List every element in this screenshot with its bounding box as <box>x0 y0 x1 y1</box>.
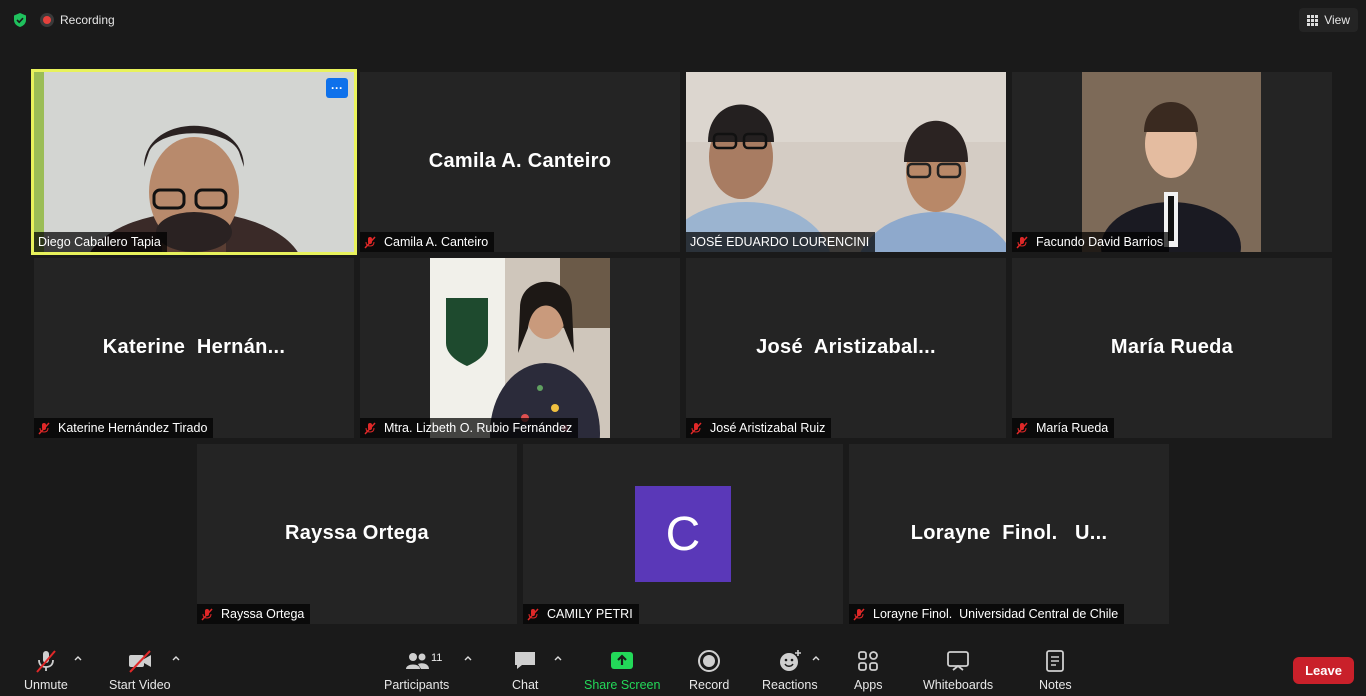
chat-bubble-icon <box>515 652 536 669</box>
emoji-reactions-icon <box>779 650 801 671</box>
participant-video-feed <box>686 72 1006 252</box>
notes-icon <box>1046 650 1065 672</box>
video-tile[interactable]: Camila A. Canteiro Camila A. Canteiro <box>360 72 680 252</box>
video-tile[interactable]: C CAMILY PETRI <box>523 444 843 624</box>
muted-mic-icon <box>1016 421 1028 435</box>
muted-mic-icon <box>364 235 376 249</box>
participant-display-name: Camila A. Canteiro <box>428 150 612 172</box>
participant-name-label: María Rueda <box>1012 418 1115 438</box>
apps-button[interactable]: Apps <box>854 648 883 692</box>
reactions-button[interactable]: Reactions <box>762 648 818 692</box>
video-options-caret-icon[interactable] <box>171 654 181 662</box>
record-button[interactable]: Record <box>689 648 729 692</box>
participant-display-name: Katerine Hernán... <box>102 336 286 358</box>
video-tile[interactable]: Facundo David Barrios <box>1012 72 1332 252</box>
recording-indicator[interactable]: Recording <box>40 9 115 31</box>
video-off-icon <box>128 650 151 673</box>
muted-mic-icon <box>690 421 702 435</box>
participant-name-label: Camila A. Canteiro <box>360 232 495 252</box>
participant-display-name: José Aristizabal... <box>756 336 936 358</box>
chat-options-caret-icon[interactable] <box>553 654 563 662</box>
muted-mic-icon <box>38 421 50 435</box>
participant-name-label: José Aristizabal Ruiz <box>686 418 832 438</box>
meeting-toolbar: Unmute Start Video Participants 11 Chat <box>0 636 1366 696</box>
apps-icon <box>858 651 879 671</box>
video-tile[interactable]: José Aristizabal... José Aristizabal Rui… <box>686 258 1006 438</box>
participant-name-label: Diego Caballero Tapia <box>34 232 167 252</box>
participants-icon <box>405 653 429 669</box>
unmute-button[interactable]: Unmute <box>24 648 68 692</box>
participant-name-label: Mtra. Lizbeth O. Rubio Fernández <box>360 418 579 438</box>
whiteboards-button[interactable]: Whiteboards <box>923 648 993 692</box>
participant-avatar: C <box>635 486 731 582</box>
video-tile[interactable]: Rayssa Ortega Rayssa Ortega <box>197 444 517 624</box>
participant-video-feed <box>34 72 354 252</box>
participant-name-label: Facundo David Barrios <box>1012 232 1170 252</box>
recording-dot-icon <box>40 13 54 27</box>
participant-video-feed <box>1012 72 1332 252</box>
muted-mic-icon <box>201 607 213 621</box>
security-shield-icon[interactable] <box>12 12 28 28</box>
muted-mic-icon <box>364 421 376 435</box>
participant-name-label: Lorayne Finol. Universidad Central de Ch… <box>849 604 1125 624</box>
leave-button[interactable]: Leave <box>1293 657 1354 684</box>
top-bar: Recording View <box>0 0 1366 40</box>
participant-name-label: Rayssa Ortega <box>197 604 311 624</box>
view-label: View <box>1324 13 1350 27</box>
whiteboard-icon <box>947 651 969 671</box>
participants-options-caret-icon[interactable] <box>463 654 473 662</box>
participant-name-label: Katerine Hernández Tirado <box>34 418 214 438</box>
video-tile-active-speaker[interactable]: ··· Diego Caballero Tapia <box>31 69 357 255</box>
record-icon <box>698 650 721 672</box>
grid-view-icon <box>1307 14 1319 26</box>
video-tile[interactable]: Mtra. Lizbeth O. Rubio Fernández <box>360 258 680 438</box>
video-tile[interactable]: Lorayne Finol. U... Lorayne Finol. Unive… <box>849 444 1169 624</box>
participants-count: 11 <box>431 652 443 664</box>
video-tile[interactable]: Katerine Hernán... Katerine Hernández Ti… <box>34 258 354 438</box>
reactions-options-caret-icon[interactable] <box>811 654 821 662</box>
share-screen-icon <box>611 652 634 669</box>
chat-button[interactable]: Chat <box>512 648 538 692</box>
audio-options-caret-icon[interactable] <box>73 654 83 662</box>
share-screen-button[interactable]: Share Screen <box>584 648 660 692</box>
participant-video-feed <box>360 258 680 438</box>
participant-display-name: Rayssa Ortega <box>285 522 429 544</box>
muted-mic-icon <box>527 607 539 621</box>
more-options-button[interactable]: ··· <box>326 78 348 98</box>
muted-mic-icon <box>853 607 865 621</box>
participant-name-label: CAMILY PETRI <box>523 604 639 624</box>
muted-mic-icon <box>1016 235 1028 249</box>
recording-label: Recording <box>60 13 115 27</box>
view-button[interactable]: View <box>1299 8 1358 32</box>
notes-button[interactable]: Notes <box>1039 648 1072 692</box>
muted-microphone-icon <box>36 650 56 673</box>
participant-display-name: Lorayne Finol. U... <box>910 522 1108 544</box>
start-video-button[interactable]: Start Video <box>109 648 171 692</box>
video-tile[interactable]: María Rueda María Rueda <box>1012 258 1332 438</box>
participant-display-name: María Rueda <box>1110 336 1234 358</box>
video-tile[interactable]: JOSÉ EDUARDO LOURENCINI <box>686 72 1006 252</box>
participant-name-label: JOSÉ EDUARDO LOURENCINI <box>686 232 876 252</box>
